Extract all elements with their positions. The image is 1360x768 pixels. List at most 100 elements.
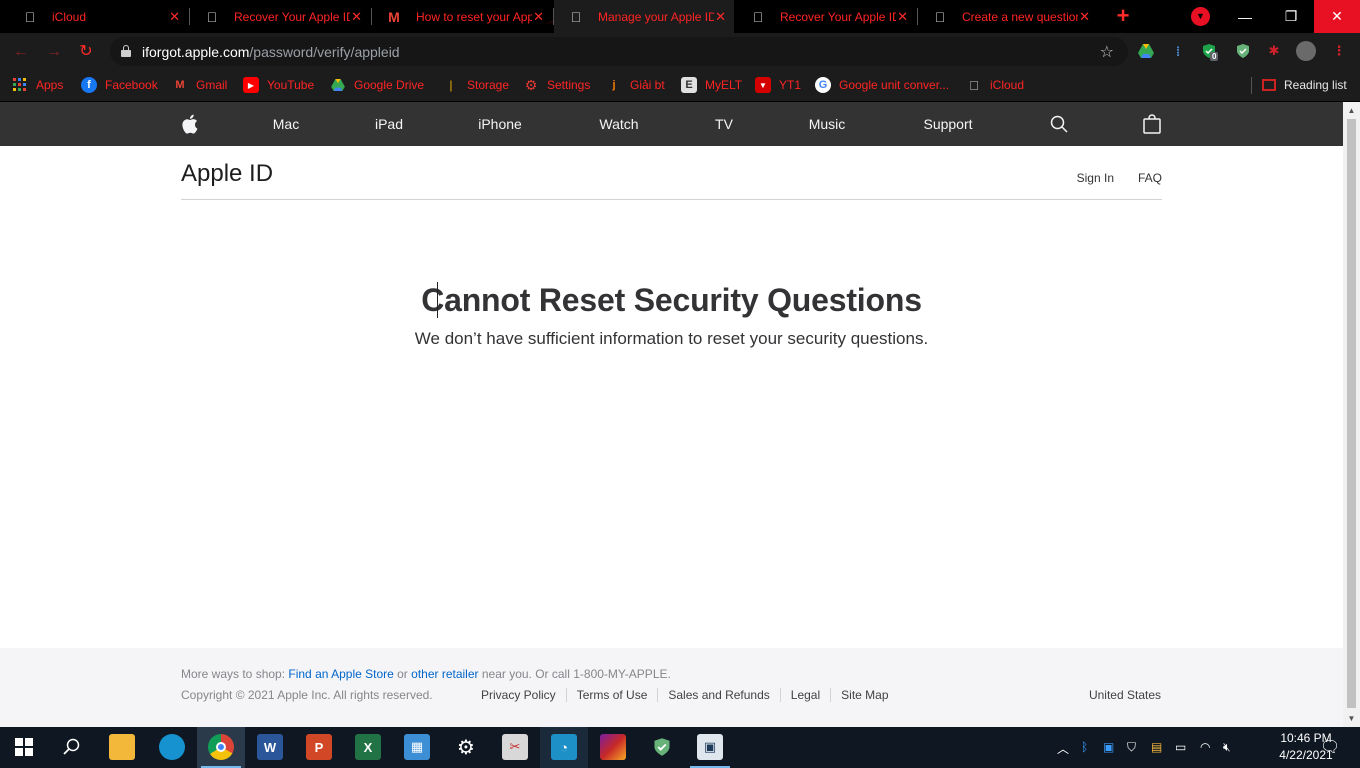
bookmark-apps[interactable]: Apps (12, 70, 63, 100)
other-retailer-link[interactable]: other retailer (411, 667, 478, 681)
kebab-menu-icon[interactable]: ⋮ (1330, 42, 1348, 60)
nav-watch[interactable]: Watch (599, 102, 638, 146)
arrow-left-icon: ← (13, 43, 29, 60)
footer-shop-text: More ways to shop: Find an Apple Store o… (181, 667, 671, 681)
shopping-bag-icon[interactable] (1143, 114, 1161, 139)
reading-list-label: Reading list (1284, 78, 1347, 92)
tab-create-new-question[interactable]:  Create a new question ✕ (918, 0, 1098, 33)
reading-list-button[interactable]: Reading list (1262, 70, 1347, 100)
tab-manage-apple-id[interactable]:  Manage your Apple ID ✕ (554, 0, 734, 33)
bookmark-gmail[interactable]: M Gmail (172, 70, 227, 100)
edge-icon[interactable] (159, 734, 185, 760)
sign-in-link[interactable]: Sign In (1077, 171, 1114, 185)
bookmark-star-icon[interactable]: ☆ (1100, 42, 1114, 62)
forward-button[interactable]: → (43, 41, 65, 63)
country-selector[interactable]: United States (1089, 688, 1161, 702)
chevron-up-icon[interactable]: ︿ (1057, 740, 1069, 757)
defender-shield-icon[interactable]: ⛉ (1127, 740, 1136, 755)
new-tab-button[interactable]: + (1111, 5, 1135, 29)
battery-icon[interactable]: ▭ (1175, 740, 1186, 754)
speedtest-icon[interactable]: ◔ (551, 734, 577, 760)
powerpoint-icon[interactable]: P (306, 734, 332, 760)
tab-recover-apple-id[interactable]:  Recover Your Apple ID ✕ (190, 0, 370, 33)
scrollbar-thumb[interactable] (1347, 119, 1356, 708)
wifi-icon[interactable]: ◠ (1200, 740, 1210, 754)
close-icon[interactable]: ✕ (533, 9, 544, 25)
bookmark-google-drive[interactable]: Google Drive (330, 70, 424, 100)
close-icon[interactable]: ✕ (351, 9, 362, 25)
search-icon[interactable] (1050, 115, 1068, 138)
snip-icon[interactable]: ✂ (502, 734, 528, 760)
shield-app-icon[interactable] (649, 734, 675, 760)
puzzle-extensions-icon[interactable]: ✱ (1265, 42, 1283, 60)
bookmark-myelt[interactable]: E MyELT (681, 70, 742, 100)
sales-and-refunds-link[interactable]: Sales and Refunds (658, 688, 781, 702)
minimize-button[interactable]: — (1222, 0, 1268, 33)
close-icon[interactable]: ✕ (897, 9, 908, 25)
start-icon[interactable] (11, 734, 37, 760)
search-icon[interactable] (59, 734, 85, 760)
faq-link[interactable]: FAQ (1138, 171, 1162, 185)
page-scrollbar[interactable]: ▲ ▼ (1343, 102, 1360, 727)
settings-icon[interactable]: ⚙ (453, 734, 479, 760)
remote-desktop-icon[interactable]: ▣ (697, 734, 723, 760)
privacy-policy-link[interactable]: Privacy Policy (481, 688, 567, 702)
control-panel-icon[interactable]: ▦ (404, 734, 430, 760)
restore-button[interactable]: ❐ (1268, 0, 1314, 33)
shield-check-extension-icon[interactable]: 0 (1200, 42, 1219, 61)
nav-ipad[interactable]: iPad (375, 102, 403, 146)
tray-app-icon[interactable]: ▣ (1103, 740, 1114, 754)
file-explorer-icon[interactable] (109, 734, 135, 760)
apple-logo-icon[interactable] (181, 114, 198, 139)
tab-icloud[interactable]:  iCloud ✕ (8, 0, 188, 33)
profile-avatar[interactable] (1296, 41, 1316, 61)
find-apple-store-link[interactable]: Find an Apple Store (288, 667, 393, 681)
reload-button[interactable]: ↻ (75, 41, 97, 63)
winrar-icon[interactable] (600, 734, 626, 760)
bookmark-yt1[interactable]: ▼ YT1 (755, 70, 801, 100)
close-window-button[interactable]: ✕ (1314, 0, 1360, 33)
tab-search-icon[interactable]: ▼ (1191, 7, 1210, 26)
chrome-icon[interactable] (208, 734, 234, 760)
legal-link[interactable]: Legal (781, 688, 832, 702)
bookmark-google-unit-converter[interactable]: G Google unit conver... (815, 70, 949, 100)
apple-id-title[interactable]: Apple ID (181, 160, 273, 188)
bookmark-icloud[interactable]:  iCloud (966, 70, 1024, 100)
url-text[interactable]: iforgot.apple.com/password/verify/applei… (142, 44, 400, 60)
excel-icon[interactable]: X (355, 734, 381, 760)
word-icon[interactable]: W (257, 734, 283, 760)
address-bar[interactable]: iforgot.apple.com/password/verify/applei… (110, 37, 1128, 66)
back-button[interactable]: ← (10, 41, 32, 63)
google-drive-extension-icon[interactable] (1137, 42, 1155, 60)
notification-icon[interactable]: 🗨︎ (1320, 737, 1340, 757)
giai-bt-icon: j (612, 79, 616, 91)
bookmark-label: Giải bt (630, 78, 665, 92)
nav-music[interactable]: Music (809, 102, 846, 146)
close-icon[interactable]: ✕ (169, 9, 180, 25)
yt1-icon: ▼ (755, 77, 771, 93)
extension-bars-icon[interactable]: ⁞ (1169, 42, 1187, 60)
bluetooth-icon[interactable]: ᛒ (1081, 740, 1088, 754)
bookmark-facebook[interactable]: f Facebook (81, 70, 158, 100)
tray-folder-icon[interactable]: ▤ (1151, 740, 1162, 754)
site-map-link[interactable]: Site Map (831, 688, 898, 702)
bookmark-youtube[interactable]: ▶ YouTube (243, 70, 314, 100)
bookmark-storage[interactable]: ❘ Storage (443, 70, 509, 100)
scroll-down-arrow-icon[interactable]: ▼ (1343, 710, 1360, 727)
bookmark-giai-bt[interactable]: j Giải bt (606, 70, 665, 100)
nav-iphone[interactable]: iPhone (478, 102, 522, 146)
terms-of-use-link[interactable]: Terms of Use (567, 688, 659, 702)
close-icon[interactable]: ✕ (1079, 9, 1090, 25)
bookmark-label: iCloud (990, 78, 1025, 92)
nav-mac[interactable]: Mac (273, 102, 299, 146)
adguard-extension-icon[interactable] (1234, 42, 1252, 60)
nav-support[interactable]: Support (923, 102, 972, 146)
bookmark-label: MyELT (705, 78, 743, 92)
close-icon[interactable]: ✕ (715, 9, 726, 25)
scroll-up-arrow-icon[interactable]: ▲ (1343, 102, 1360, 119)
nav-tv[interactable]: TV (715, 102, 733, 146)
bookmark-settings[interactable]: ⚙ Settings (523, 70, 591, 100)
tab-how-to-reset[interactable]: M How to reset your Apple ✕ (372, 0, 552, 33)
volume-muted-icon[interactable]: 🔇︎ (1223, 740, 1231, 755)
tab-recover-apple-id-2[interactable]:  Recover Your Apple ID ✕ (736, 0, 916, 33)
